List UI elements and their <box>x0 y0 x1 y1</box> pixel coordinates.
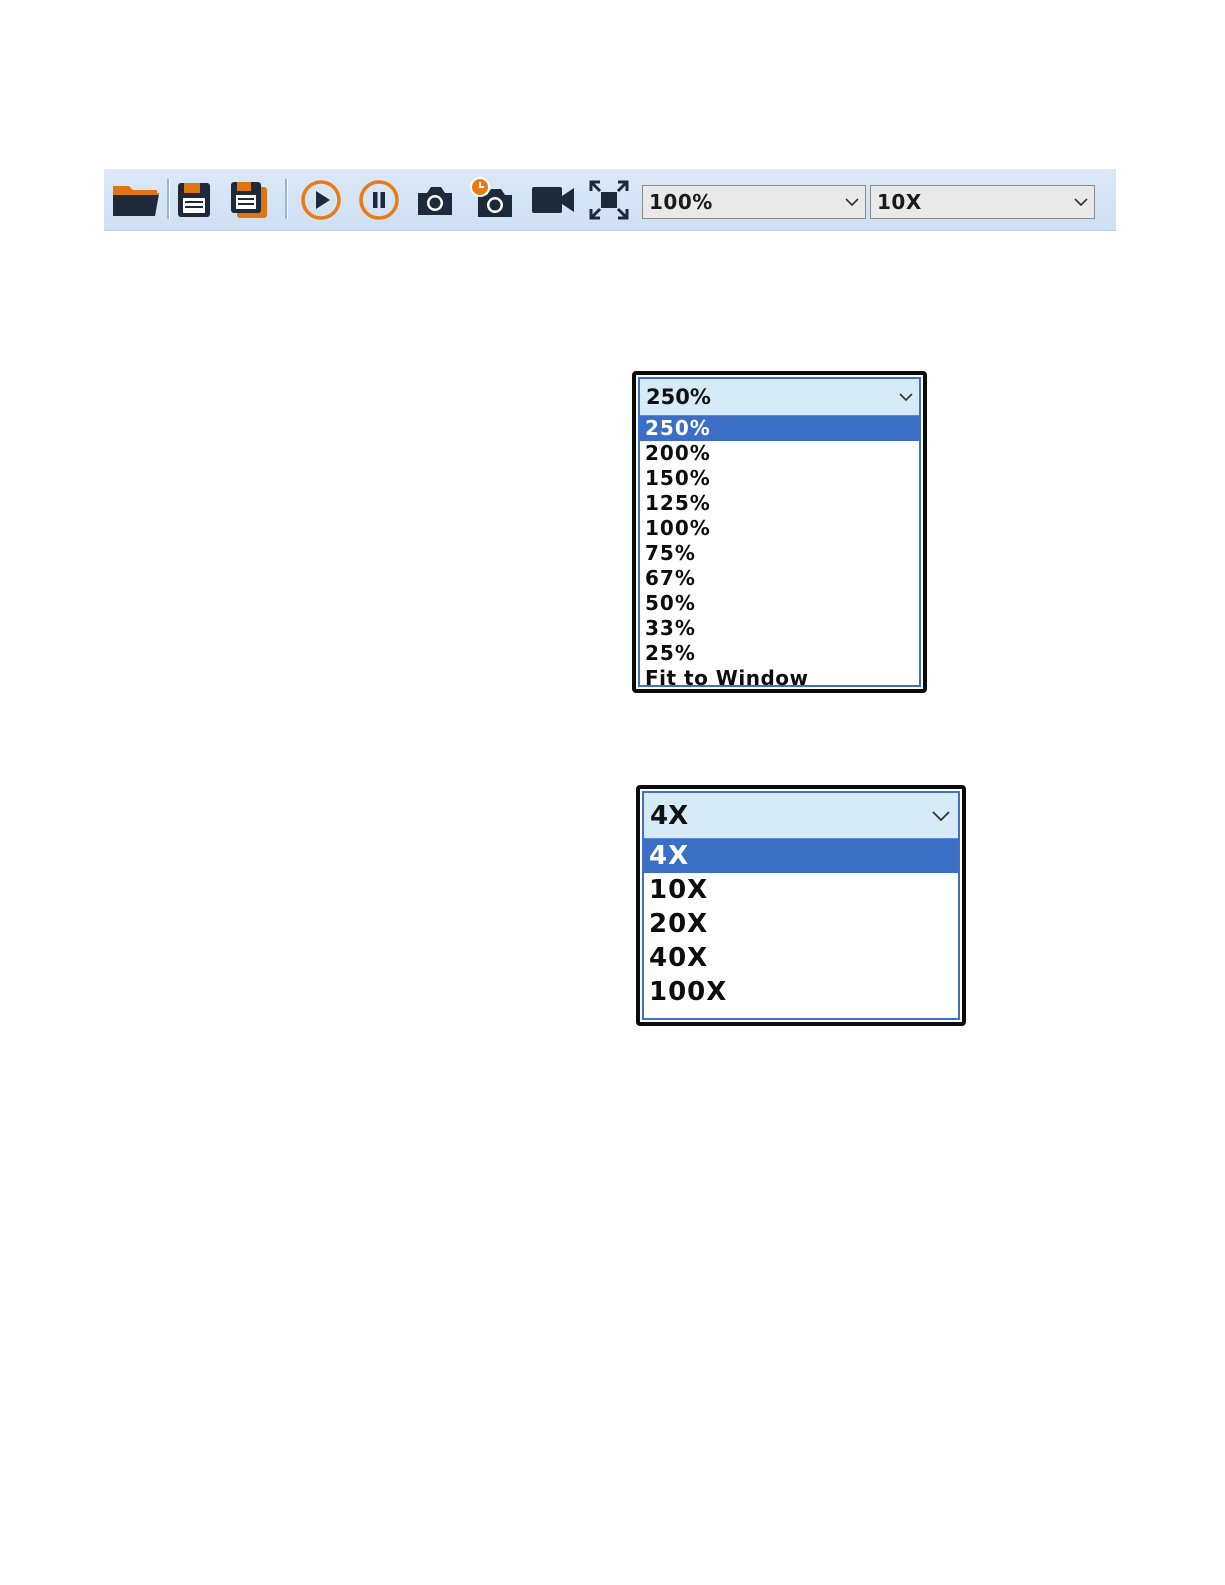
zoom-option[interactable]: 67% <box>640 566 919 591</box>
zoom-option[interactable]: Fit to Window <box>640 666 919 691</box>
zoom-combobox-value: 100% <box>649 190 713 214</box>
magnification-dropdown-panel: 4X 4X 10X 20X 40X 100X <box>642 791 960 1020</box>
zoom-option[interactable]: 25% <box>640 641 919 666</box>
save-as-button[interactable] <box>226 175 272 225</box>
magnification-combobox-value: 10X <box>877 190 922 214</box>
magnification-option[interactable]: 4X <box>644 839 958 873</box>
magnification-combobox[interactable]: 10X <box>870 185 1095 219</box>
magnification-dropdown-selected: 4X <box>650 800 689 831</box>
camera-icon <box>418 187 452 215</box>
folder-open-icon <box>113 186 159 216</box>
chevron-down-icon[interactable] <box>893 379 919 415</box>
zoom-option[interactable]: 150% <box>640 466 919 491</box>
snapshot-button[interactable] <box>411 175 459 225</box>
zoom-dropdown-selected: 250% <box>646 385 711 409</box>
zoom-option[interactable]: 125% <box>640 491 919 516</box>
pause-circle-icon <box>359 180 399 220</box>
magnification-option-list: 4X 10X 20X 40X 100X <box>644 839 958 1009</box>
zoom-option[interactable]: 100% <box>640 516 919 541</box>
chevron-down-icon[interactable] <box>839 186 865 218</box>
magnification-option[interactable]: 100X <box>644 975 958 1009</box>
zoom-option[interactable]: 50% <box>640 591 919 616</box>
zoom-dropdown-panel: 250% 250% 200% 150% 125% 100% 75% 67% 50… <box>638 377 921 690</box>
play-circle-icon <box>301 180 341 220</box>
zoom-dropdown-expanded: 250% 250% 200% 150% 125% 100% 75% 67% 50… <box>632 371 927 693</box>
chevron-down-icon[interactable] <box>1068 186 1094 218</box>
floppy-disk-icon <box>178 183 210 217</box>
video-camera-icon <box>532 187 574 213</box>
zoom-option[interactable]: 250% <box>640 416 919 441</box>
magnification-dropdown-header[interactable]: 4X <box>644 793 958 839</box>
pause-button[interactable] <box>355 175 403 225</box>
toolbar: 100% 10X <box>104 169 1116 231</box>
zoom-option-list: 250% 200% 150% 125% 100% 75% 67% 50% 33%… <box>640 416 919 691</box>
zoom-dropdown-header[interactable]: 250% <box>640 379 919 416</box>
timed-snapshot-button[interactable] <box>466 175 522 225</box>
magnification-option[interactable]: 40X <box>644 941 958 975</box>
chevron-down-icon[interactable] <box>924 793 958 838</box>
magnification-dropdown-expanded: 4X 4X 10X 20X 40X 100X <box>636 785 966 1026</box>
play-button[interactable] <box>297 175 345 225</box>
record-video-button[interactable] <box>527 175 579 225</box>
magnification-option[interactable]: 10X <box>644 873 958 907</box>
floppy-disk-multiple-icon <box>231 182 267 218</box>
zoom-option[interactable]: 75% <box>640 541 919 566</box>
open-folder-button[interactable] <box>108 175 164 225</box>
zoom-option[interactable]: 33% <box>640 616 919 641</box>
save-button[interactable] <box>171 175 217 225</box>
magnification-option[interactable]: 20X <box>644 907 958 941</box>
fullscreen-button[interactable] <box>585 175 633 225</box>
expand-icon <box>589 180 629 220</box>
camera-timer-icon <box>470 177 512 217</box>
zoom-option[interactable]: 200% <box>640 441 919 466</box>
zoom-combobox[interactable]: 100% <box>642 185 866 219</box>
